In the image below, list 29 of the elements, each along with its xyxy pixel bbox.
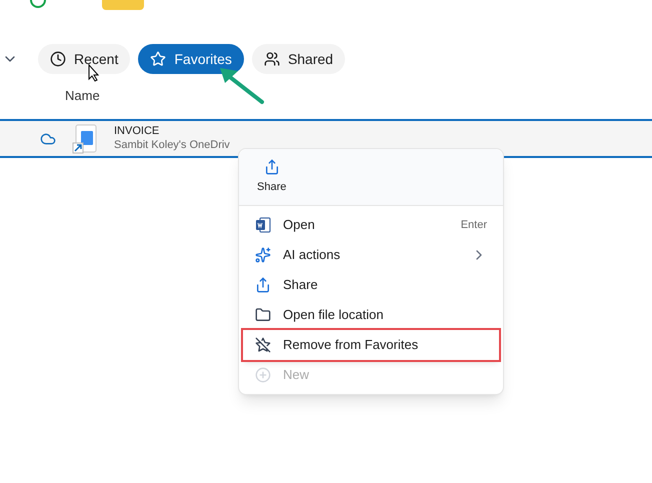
menu-item[interactable]: Open file location [243, 300, 499, 330]
share-button[interactable]: Share [257, 158, 286, 196]
cloud-icon [40, 130, 56, 146]
menu-item[interactable]: Remove from Favorites [243, 330, 499, 360]
menu-item[interactable]: AI actions [243, 240, 499, 270]
arrow-annotation [218, 66, 266, 106]
sparkle-icon [255, 247, 271, 263]
share-icon [255, 277, 271, 293]
star-icon [150, 51, 166, 67]
filter-tab[interactable]: Recent [38, 44, 130, 74]
folder-icon [102, 0, 144, 10]
column-header[interactable]: Name [65, 88, 100, 103]
document-icon [255, 217, 271, 233]
pointer-cursor-icon [88, 64, 100, 82]
plus-icon [255, 367, 271, 383]
folder-icon [255, 307, 271, 323]
file-row[interactable]: INVOICE Sambit Koley's OneDriv [0, 119, 652, 158]
share-icon [264, 158, 280, 175]
menu-item[interactable]: Open Enter [243, 210, 499, 240]
people-icon [264, 51, 280, 67]
document-shortcut-icon [72, 124, 98, 154]
filter-tab[interactable]: Shared [252, 44, 346, 74]
file-name: INVOICE [114, 124, 160, 138]
menu-item[interactable]: Share [243, 270, 499, 300]
file-location: Sambit Koley's OneDriv [114, 138, 230, 152]
star-off-icon [255, 337, 271, 353]
clock-icon [50, 51, 66, 67]
status-icon [30, 0, 46, 8]
filter-tab[interactable]: Favorites [138, 44, 244, 74]
